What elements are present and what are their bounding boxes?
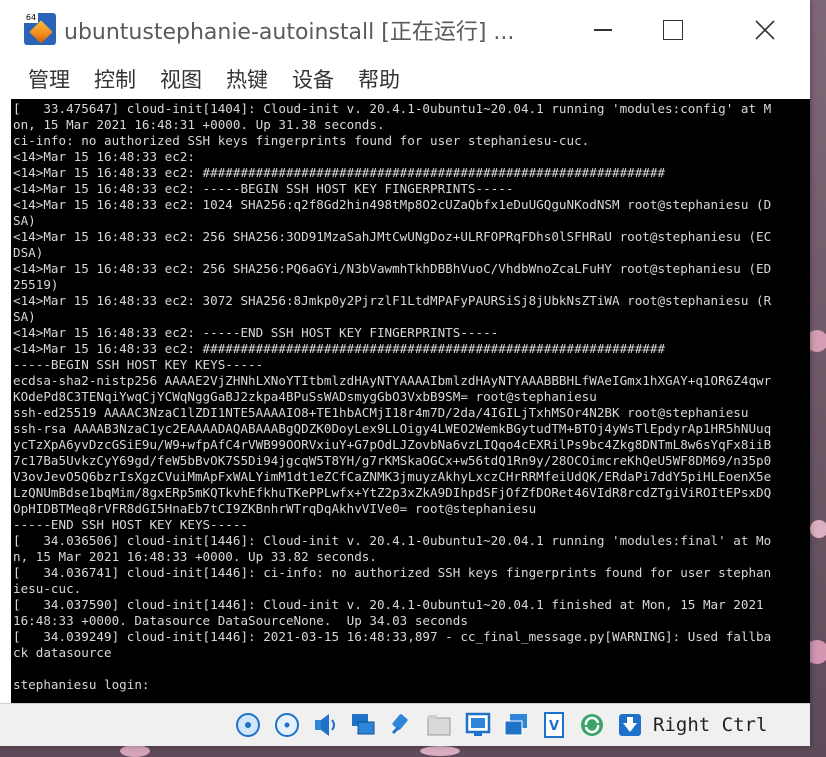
console-line: [ 34.036506] cloud-init[1446]: Cloud-ini… bbox=[13, 533, 772, 548]
host-key-label[interactable]: Right Ctrl bbox=[653, 714, 767, 736]
audio-icon[interactable] bbox=[311, 711, 339, 739]
console-line: 7c17Ba5UvkzCyY69gd/feW5bBvOK7S5Di94jgcqW… bbox=[13, 453, 772, 468]
console-line: KOdePd8C3TENqiYwqCjYCWqNggGaBJ2zkpa4BPuS… bbox=[13, 389, 597, 404]
mouse-integration-icon[interactable] bbox=[578, 711, 606, 739]
app-badge: 64 bbox=[24, 13, 38, 23]
console-line: ycTzXpA6yvDzcGSiE9u/W9+wfpAfC4rVWB99OORV… bbox=[13, 437, 772, 452]
console-line: V3ovJevO5Q6bzrIsXgzCVuiMmApFxWALYimM1dt1… bbox=[13, 469, 772, 484]
vm-console-screen[interactable]: [ 33.475647] cloud-init[1404]: Cloud-ini… bbox=[11, 99, 810, 703]
close-button[interactable] bbox=[742, 0, 788, 60]
usb-icon[interactable] bbox=[387, 711, 415, 739]
console-line: on, 15 Mar 2021 16:48:31 +0000. Up 31.38… bbox=[13, 117, 385, 132]
console-line: OpHIDBTMeq8rVFR8dGI5HnaEb7tCI9ZKBnhrWTrq… bbox=[13, 501, 537, 516]
console-line: <14>Mar 15 16:48:33 ec2: -----END SSH HO… bbox=[13, 325, 499, 340]
console-line: <14>Mar 15 16:48:33 ec2: ###############… bbox=[13, 165, 666, 180]
console-line: <14>Mar 15 16:48:33 ec2: 3072 SHA256:8Jm… bbox=[13, 293, 772, 308]
menu-hotkeys[interactable]: 热键 bbox=[214, 64, 280, 94]
console-line: <14>Mar 15 16:48:33 ec2: ###############… bbox=[13, 341, 666, 356]
hard-disk-icon[interactable] bbox=[234, 711, 262, 739]
console-line: ecdsa-sha2-nistp256 AAAAE2VjZHNhLXNoYTIt… bbox=[13, 373, 772, 388]
menu-view[interactable]: 视图 bbox=[148, 64, 214, 94]
keyboard-capture-icon[interactable] bbox=[616, 711, 644, 739]
svg-text:V: V bbox=[549, 719, 559, 734]
minimize-icon bbox=[594, 29, 612, 31]
console-line: LzQNUmBdse1bqMim/8gxERp5mKQTkvhEfkhuTKeP… bbox=[13, 485, 772, 500]
blossom-decoration bbox=[420, 746, 460, 756]
console-line: -----BEGIN SSH HOST KEY KEYS----- bbox=[13, 357, 264, 372]
console-line: ssh-ed25519 AAAAC3NzaC1lZDI1NTE5AAAAIO8+… bbox=[13, 405, 749, 420]
menu-help[interactable]: 帮助 bbox=[346, 64, 412, 94]
menu-devices[interactable]: 设备 bbox=[280, 64, 346, 94]
console-line: SA) bbox=[13, 309, 36, 324]
console-line: n, 15 Mar 2021 16:48:33 +0000. Up 33.82 … bbox=[13, 549, 377, 564]
console-line: 25519) bbox=[13, 277, 59, 292]
status-bar: V Right Ctrl bbox=[0, 703, 810, 746]
close-icon bbox=[755, 20, 775, 40]
minimize-button[interactable] bbox=[580, 0, 626, 60]
title-bar[interactable]: 64 ubuntustephanie-autoinstall [正在运行] ..… bbox=[0, 0, 810, 60]
virtualbox-app-icon: 64 bbox=[24, 13, 56, 45]
console-line: ck datasource bbox=[13, 645, 112, 660]
console-line: <14>Mar 15 16:48:33 ec2: 256 SHA256:PQ6a… bbox=[13, 261, 772, 276]
console-line: ssh-rsa AAAAB3NzaC1yc2EAAAADAQABAAABgQDZ… bbox=[13, 421, 772, 436]
menu-control[interactable]: 控制 bbox=[82, 64, 148, 94]
shared-folder-icon[interactable] bbox=[425, 711, 453, 739]
console-output: [ 33.475647] cloud-init[1404]: Cloud-ini… bbox=[11, 99, 810, 693]
console-line: iesu-cuc. bbox=[13, 581, 82, 596]
blossom-decoration bbox=[810, 520, 826, 538]
console-line: <14>Mar 15 16:48:33 ec2: 1024 SHA256:q2f… bbox=[13, 197, 772, 212]
console-line: SA) bbox=[13, 213, 36, 228]
console-line: -----END SSH HOST KEY KEYS----- bbox=[13, 517, 249, 532]
console-line: <14>Mar 15 16:48:33 ec2: -----BEGIN SSH … bbox=[13, 181, 514, 196]
network-icon[interactable] bbox=[349, 711, 377, 739]
console-line: [ 34.037590] cloud-init[1446]: Cloud-ini… bbox=[13, 597, 764, 612]
menu-manage[interactable]: 管理 bbox=[0, 64, 82, 94]
console-line: <14>Mar 15 16:48:33 ec2: 256 SHA256:3OD9… bbox=[13, 229, 772, 244]
console-line: [ 34.036741] cloud-init[1446]: ci-info: … bbox=[13, 565, 772, 580]
vm-window: 64 ubuntustephanie-autoinstall [正在运行] ..… bbox=[0, 0, 810, 746]
screen-capture-icon[interactable] bbox=[502, 711, 530, 739]
menu-bar: 管理 控制 视图 热键 设备 帮助 bbox=[0, 60, 810, 98]
console-line: ci-info: no authorized SSH keys fingerpr… bbox=[13, 133, 590, 148]
console-line: 16:48:33 +0000. Datasource DataSourceNon… bbox=[13, 613, 468, 628]
console-line: <14>Mar 15 16:48:33 ec2: bbox=[13, 149, 195, 164]
console-line: stephaniesu login: bbox=[13, 677, 150, 692]
blossom-decoration bbox=[120, 745, 150, 757]
console-line: [ 33.475647] cloud-init[1404]: Cloud-ini… bbox=[13, 101, 772, 116]
console-line: [ 34.039249] cloud-init[1446]: 2021-03-1… bbox=[13, 629, 772, 644]
optical-drive-icon[interactable] bbox=[273, 711, 301, 739]
display-icon[interactable] bbox=[464, 711, 492, 739]
virtualization-icon[interactable]: V bbox=[540, 711, 568, 739]
console-line: DSA) bbox=[13, 245, 44, 260]
maximize-button[interactable] bbox=[650, 0, 696, 60]
window-title: ubuntustephanie-autoinstall [正在运行] ... bbox=[64, 20, 515, 45]
maximize-icon bbox=[663, 20, 683, 40]
